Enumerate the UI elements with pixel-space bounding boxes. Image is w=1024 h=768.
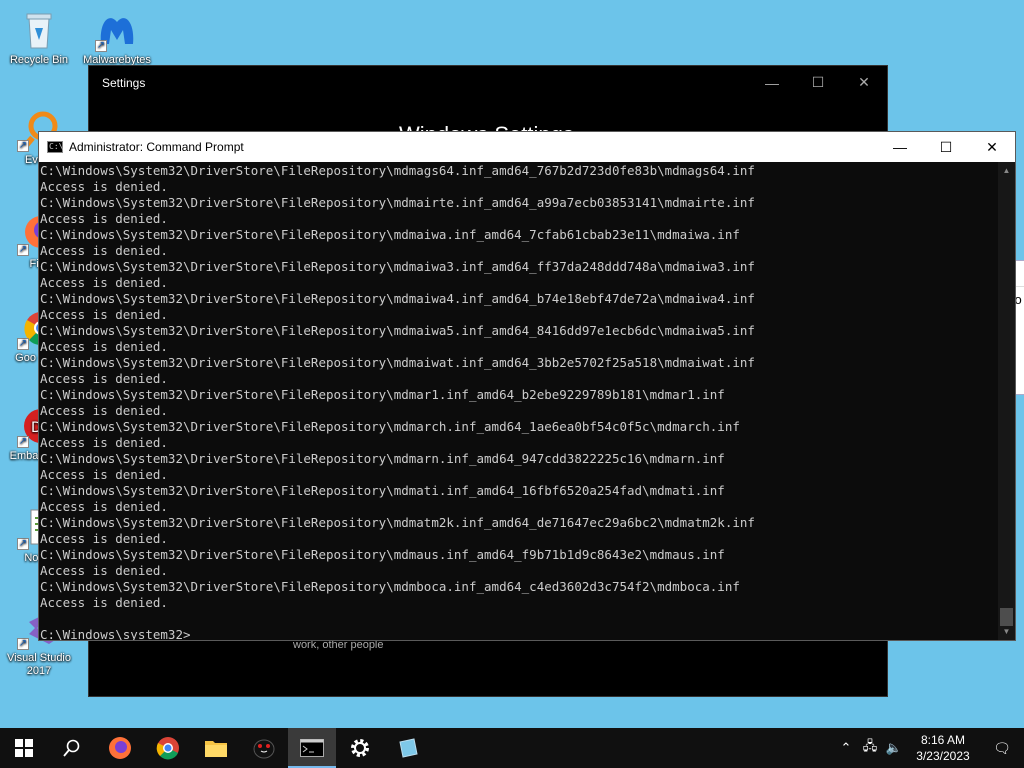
close-button[interactable]: ✕ bbox=[969, 132, 1015, 162]
desktop-icon-malwarebytes[interactable]: ↗ Malwarebytes bbox=[80, 8, 154, 67]
console-line: Access is denied. bbox=[40, 243, 168, 258]
console-line: C:\Windows\System32\DriverStore\FileRepo… bbox=[40, 227, 740, 242]
console-line: Access is denied. bbox=[40, 499, 168, 514]
settings-title: Settings bbox=[102, 75, 146, 90]
search-button[interactable] bbox=[48, 728, 96, 768]
scroll-down-icon[interactable]: ▼ bbox=[998, 623, 1015, 640]
console-line: C:\Windows\System32\DriverStore\FileRepo… bbox=[40, 291, 755, 306]
console-line: C:\Windows\System32\DriverStore\FileRepo… bbox=[40, 387, 725, 402]
clock-time: 8:16 AM bbox=[920, 733, 966, 747]
recycle-bin-icon bbox=[17, 8, 61, 52]
console-line: C:\Windows\System32\DriverStore\FileRepo… bbox=[40, 259, 755, 274]
shortcut-arrow-icon: ↗ bbox=[17, 338, 29, 350]
console-line: Access is denied. bbox=[40, 595, 168, 610]
settings-gear-icon bbox=[351, 739, 369, 757]
taskbar-notepad[interactable] bbox=[384, 728, 432, 768]
taskbar-file-explorer[interactable] bbox=[192, 728, 240, 768]
network-icon[interactable]: 🖧 bbox=[858, 737, 882, 759]
console-line: Access is denied. bbox=[40, 531, 168, 546]
console-line: Access is denied. bbox=[40, 307, 168, 322]
console-line: Access is denied. bbox=[40, 467, 168, 482]
command-prompt-window[interactable]: C:\ Administrator: Command Prompt — ☐ ✕ … bbox=[38, 131, 1016, 641]
vertical-scrollbar[interactable]: ▲ ▼ bbox=[998, 162, 1015, 640]
command-prompt-icon: C:\ bbox=[47, 141, 64, 153]
start-icon bbox=[15, 739, 33, 757]
file-explorer-icon bbox=[205, 741, 227, 757]
system-tray: ⌃ 🖧 🔈 8:16 AM 3/23/2023 🗨 bbox=[834, 728, 1024, 768]
desktop-icon-label: Visual Studio 2017 bbox=[6, 652, 71, 677]
search-icon bbox=[63, 739, 80, 757]
cmd-title: Administrator: Command Prompt bbox=[69, 140, 244, 154]
taskbar-penguin-app[interactable] bbox=[240, 728, 288, 768]
shortcut-arrow-icon: ↗ bbox=[17, 436, 29, 448]
console-line: C:\Windows\System32\DriverStore\FileRepo… bbox=[40, 323, 755, 338]
volume-muted-icon[interactable]: 🔈 bbox=[882, 740, 906, 756]
taskbar-command-prompt[interactable] bbox=[288, 728, 336, 768]
console-line: Access is denied. bbox=[40, 211, 168, 226]
shortcut-arrow-icon: ↗ bbox=[17, 538, 29, 550]
chrome-icon bbox=[156, 737, 179, 760]
console-line: C:\Windows\System32\DriverStore\FileRepo… bbox=[40, 451, 725, 466]
console-line: C:\Windows\System32\DriverStore\FileRepo… bbox=[40, 515, 755, 530]
minimize-button[interactable]: — bbox=[749, 66, 795, 99]
close-button[interactable]: ✕ bbox=[841, 66, 887, 99]
settings-titlebar[interactable]: Settings — ☐ ✕ bbox=[89, 66, 887, 99]
start-button[interactable] bbox=[0, 728, 48, 768]
console-line: C:\Windows\system32> bbox=[40, 627, 191, 640]
malwarebytes-icon: ↗ bbox=[95, 8, 139, 52]
desktop-icon-label: Recycle Bin bbox=[9, 54, 69, 66]
penguin-app-icon bbox=[253, 739, 275, 759]
cmd-titlebar[interactable]: C:\ Administrator: Command Prompt — ☐ ✕ bbox=[39, 132, 1015, 162]
chevron-up-icon[interactable]: ⌃ bbox=[834, 740, 858, 756]
minimize-button[interactable]: — bbox=[877, 132, 923, 162]
console-line: Access is denied. bbox=[40, 435, 168, 450]
maximize-button[interactable]: ☐ bbox=[795, 66, 841, 99]
taskbar-chrome[interactable] bbox=[144, 728, 192, 768]
notifications-icon[interactable]: 🗨 bbox=[980, 740, 1024, 757]
console-line: C:\Windows\System32\DriverStore\FileRepo… bbox=[40, 419, 740, 434]
taskbar-firefox[interactable] bbox=[96, 728, 144, 768]
shortcut-arrow-icon: ↗ bbox=[17, 244, 29, 256]
taskbar: ⌃ 🖧 🔈 8:16 AM 3/23/2023 🗨 bbox=[0, 728, 1024, 768]
shortcut-arrow-icon: ↗ bbox=[17, 638, 29, 650]
desktop-icon-recycle-bin[interactable]: Recycle Bin bbox=[2, 8, 76, 67]
console-line: C:\Windows\System32\DriverStore\FileRepo… bbox=[40, 579, 740, 594]
maximize-button[interactable]: ☐ bbox=[923, 132, 969, 162]
console-line: Access is denied. bbox=[40, 563, 168, 578]
console-line: C:\Windows\System32\DriverStore\FileRepo… bbox=[40, 195, 755, 210]
firefox-icon bbox=[109, 737, 131, 759]
scroll-up-icon[interactable]: ▲ bbox=[998, 162, 1015, 179]
notepad-icon bbox=[399, 738, 418, 758]
console-line: Access is denied. bbox=[40, 339, 168, 354]
console-line: Access is denied. bbox=[40, 403, 168, 418]
command-prompt-icon bbox=[300, 739, 324, 757]
console-line: C:\Windows\System32\DriverStore\FileRepo… bbox=[40, 483, 725, 498]
console-line: C:\Windows\System32\DriverStore\FileRepo… bbox=[40, 547, 725, 562]
console-output[interactable]: C:\Windows\System32\DriverStore\FileRepo… bbox=[39, 162, 998, 640]
clock[interactable]: 8:16 AM 3/23/2023 bbox=[906, 732, 980, 764]
clock-date: 3/23/2023 bbox=[916, 749, 970, 763]
console-line: C:\Windows\System32\DriverStore\FileRepo… bbox=[40, 355, 755, 370]
shortcut-arrow-icon: ↗ bbox=[95, 40, 107, 52]
console-line: Access is denied. bbox=[40, 275, 168, 290]
console-line: Access is denied. bbox=[40, 179, 168, 194]
console-line: Access is denied. bbox=[40, 371, 168, 386]
console-line: C:\Windows\System32\DriverStore\FileRepo… bbox=[40, 163, 755, 178]
shortcut-arrow-icon: ↗ bbox=[17, 140, 29, 152]
taskbar-settings[interactable] bbox=[336, 728, 384, 768]
